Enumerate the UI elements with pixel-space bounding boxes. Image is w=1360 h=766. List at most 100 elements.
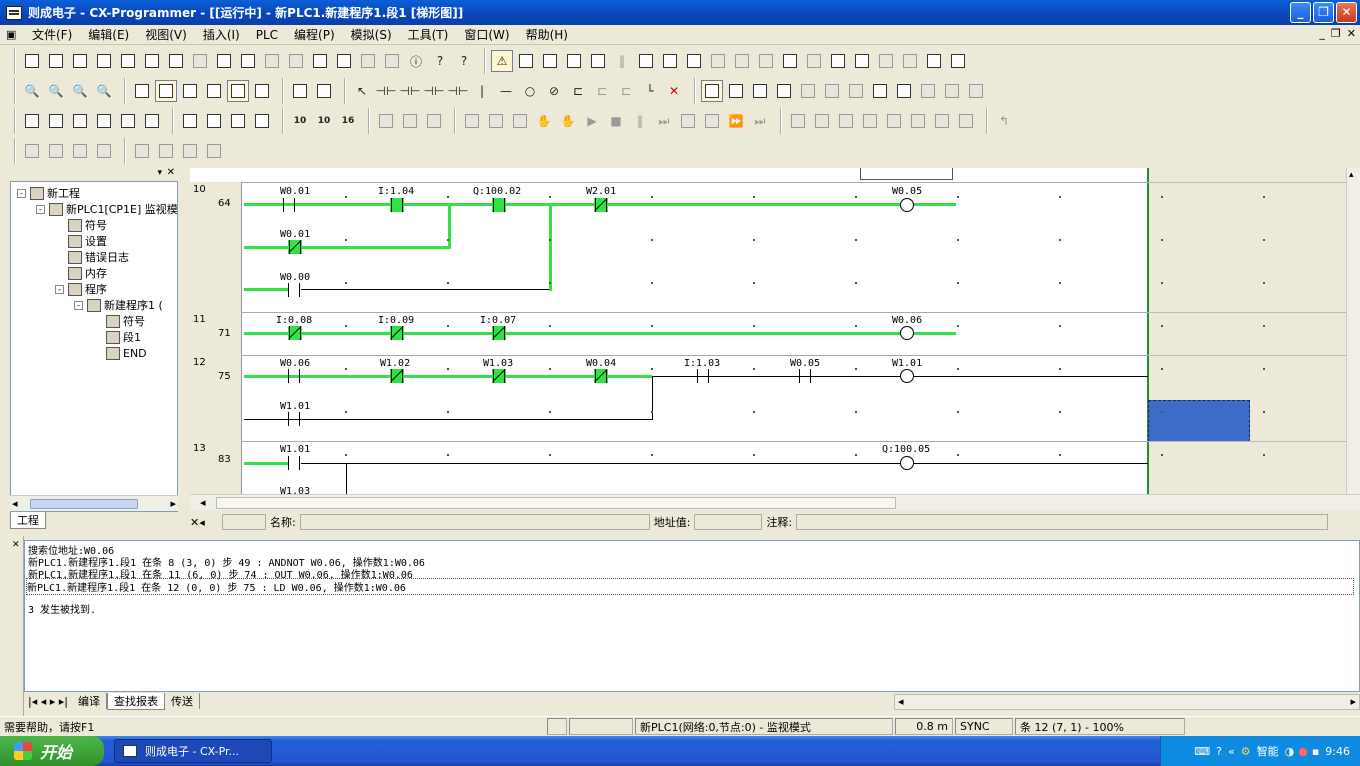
output-grip[interactable]: ✕ <box>0 536 24 716</box>
tree-node[interactable]: - 新PLC1[CP1E] 监视模 <box>36 201 178 217</box>
step-in-icon[interactable] <box>677 110 699 132</box>
open-icon[interactable] <box>45 50 67 72</box>
warning-icon[interactable]: ⚠ <box>491 50 513 72</box>
force-cancel-all-icon[interactable] <box>203 140 225 162</box>
contact[interactable] <box>696 369 710 383</box>
sim2-icon[interactable] <box>485 110 507 132</box>
step-end-icon[interactable]: ⏭ <box>749 110 771 132</box>
mode-icon[interactable] <box>563 50 585 72</box>
coil-nc-icon[interactable]: ⊘ <box>543 80 565 102</box>
stop-icon[interactable]: ■ <box>605 110 627 132</box>
maximize-button[interactable]: ❐ <box>1313 2 1334 23</box>
ladder-editor[interactable]: 10 64 W0.01 I:1.04 Q:100.02 W2.01 W0.05 … <box>190 168 1360 494</box>
expand-collapse-icon[interactable]: - <box>74 300 83 310</box>
online-edit2-icon[interactable] <box>731 50 753 72</box>
sim-icon[interactable] <box>461 110 483 132</box>
find-prev-icon[interactable] <box>381 50 403 72</box>
upload-icon[interactable] <box>375 110 397 132</box>
pause-sim-icon[interactable]: ‖ <box>629 110 651 132</box>
align-icon[interactable] <box>69 140 91 162</box>
contact-nc[interactable] <box>390 369 404 383</box>
keyboard-icon[interactable]: ⌨ <box>1194 745 1210 758</box>
start-button[interactable]: 开始 <box>0 736 104 766</box>
expand-collapse-icon[interactable]: - <box>36 204 45 214</box>
output-scroll-right-icon[interactable]: ▸ <box>1350 695 1356 708</box>
rung-header[interactable]: 11 71 <box>190 312 242 355</box>
comment-icon[interactable] <box>155 80 177 102</box>
menu-insert[interactable]: 插入(I) <box>195 26 248 43</box>
menu-window[interactable]: 窗口(W) <box>456 26 517 43</box>
align2-icon[interactable] <box>93 140 115 162</box>
online-icon[interactable] <box>515 50 537 72</box>
io2-icon[interactable] <box>899 50 921 72</box>
view-ladder-icon[interactable] <box>21 110 43 132</box>
page-icon[interactable] <box>141 50 163 72</box>
force-cancel-icon[interactable] <box>179 140 201 162</box>
online-monitor-icon[interactable] <box>701 80 723 102</box>
tree-horizontal-scrollbar[interactable]: ◂ ▸ <box>10 495 178 511</box>
select-icon[interactable]: ↖ <box>351 80 373 102</box>
ladder-horizontal-scrollbar[interactable]: ◂ <box>190 494 1360 510</box>
print-icon[interactable] <box>117 50 139 72</box>
contact[interactable] <box>492 198 506 212</box>
cross-ref-icon[interactable] <box>869 80 891 102</box>
radix-10s-icon[interactable]: 10 <box>313 110 335 132</box>
contact[interactable] <box>287 369 301 383</box>
tool-b-icon[interactable] <box>203 110 225 132</box>
contact[interactable] <box>798 369 812 383</box>
paste2-icon[interactable] <box>237 50 259 72</box>
address-ref2-icon[interactable] <box>917 80 939 102</box>
project-tree[interactable]: - 新工程 - 新PLC1[CP1E] 监视模 符号 设置 错误日志 内存 - 程序 - 新建程序1 … <box>10 168 178 512</box>
fn-5-icon[interactable] <box>883 110 905 132</box>
find-next-icon[interactable] <box>357 50 379 72</box>
force-off-icon[interactable] <box>155 140 177 162</box>
cut-icon[interactable] <box>189 50 211 72</box>
address-ref4-icon[interactable] <box>965 80 987 102</box>
hand-icon[interactable]: ✋ <box>533 110 555 132</box>
tree-node[interactable]: 符号 <box>93 313 145 329</box>
contact[interactable] <box>287 456 301 470</box>
watch-icon[interactable] <box>773 80 795 102</box>
tree-close-icon[interactable]: ✕ <box>167 167 175 178</box>
view-setting-icon[interactable] <box>141 110 163 132</box>
tree-node[interactable]: 段1 <box>93 329 141 345</box>
fn-2-icon[interactable] <box>811 110 833 132</box>
return-icon[interactable]: ↰ <box>993 110 1015 132</box>
coil[interactable] <box>900 456 914 470</box>
tree-scroll-thumb[interactable] <box>30 499 138 509</box>
indent-icon[interactable] <box>21 140 43 162</box>
tree-pin-icon[interactable]: ▾ <box>157 168 162 178</box>
address-ref3-icon[interactable] <box>941 80 963 102</box>
zoom-in-icon[interactable]: 🔍 <box>69 80 91 102</box>
security-icon[interactable]: ● <box>1298 745 1308 758</box>
watch4-icon[interactable] <box>845 80 867 102</box>
mdi-restore-button[interactable]: ❐ <box>1331 27 1341 40</box>
copy-icon[interactable] <box>213 50 235 72</box>
window2-icon[interactable] <box>803 50 825 72</box>
transfer-from-plc-icon[interactable] <box>659 50 681 72</box>
rung-comment-icon[interactable] <box>203 80 225 102</box>
contact-or-icon[interactable]: ⊣⊢ <box>423 80 445 102</box>
contact-nc[interactable] <box>594 369 608 383</box>
expand-collapse-icon[interactable]: - <box>17 188 26 198</box>
tree-scroll-right-icon[interactable]: ▸ <box>170 497 176 510</box>
minimize-button[interactable]: _ <box>1290 2 1311 23</box>
output-scroll-left-icon[interactable]: ◂ <box>898 695 904 708</box>
coil[interactable] <box>900 198 914 212</box>
tree-node[interactable]: 内存 <box>55 265 107 281</box>
tree-node[interactable]: 符号 <box>55 217 107 233</box>
help-icon[interactable]: ? <box>429 50 451 72</box>
ladder-vertical-scrollbar[interactable]: ▴ <box>1346 168 1360 494</box>
info-nav-icon[interactable]: ✕◂ <box>190 516 218 529</box>
step-icon[interactable]: ⏭ <box>653 110 675 132</box>
tab-nav-icon[interactable]: |◂ ◂ ▸ ▸| <box>24 695 72 708</box>
step-out-icon[interactable] <box>701 110 723 132</box>
zoom-fit-icon[interactable]: 🔍 <box>21 80 43 102</box>
coil[interactable] <box>900 326 914 340</box>
view-chart-icon[interactable] <box>69 110 91 132</box>
contact-nc[interactable] <box>288 240 302 254</box>
memory-view-icon[interactable] <box>725 80 747 102</box>
download-icon[interactable] <box>399 110 421 132</box>
comment-field[interactable] <box>796 514 1329 530</box>
view-table-icon[interactable] <box>93 110 115 132</box>
